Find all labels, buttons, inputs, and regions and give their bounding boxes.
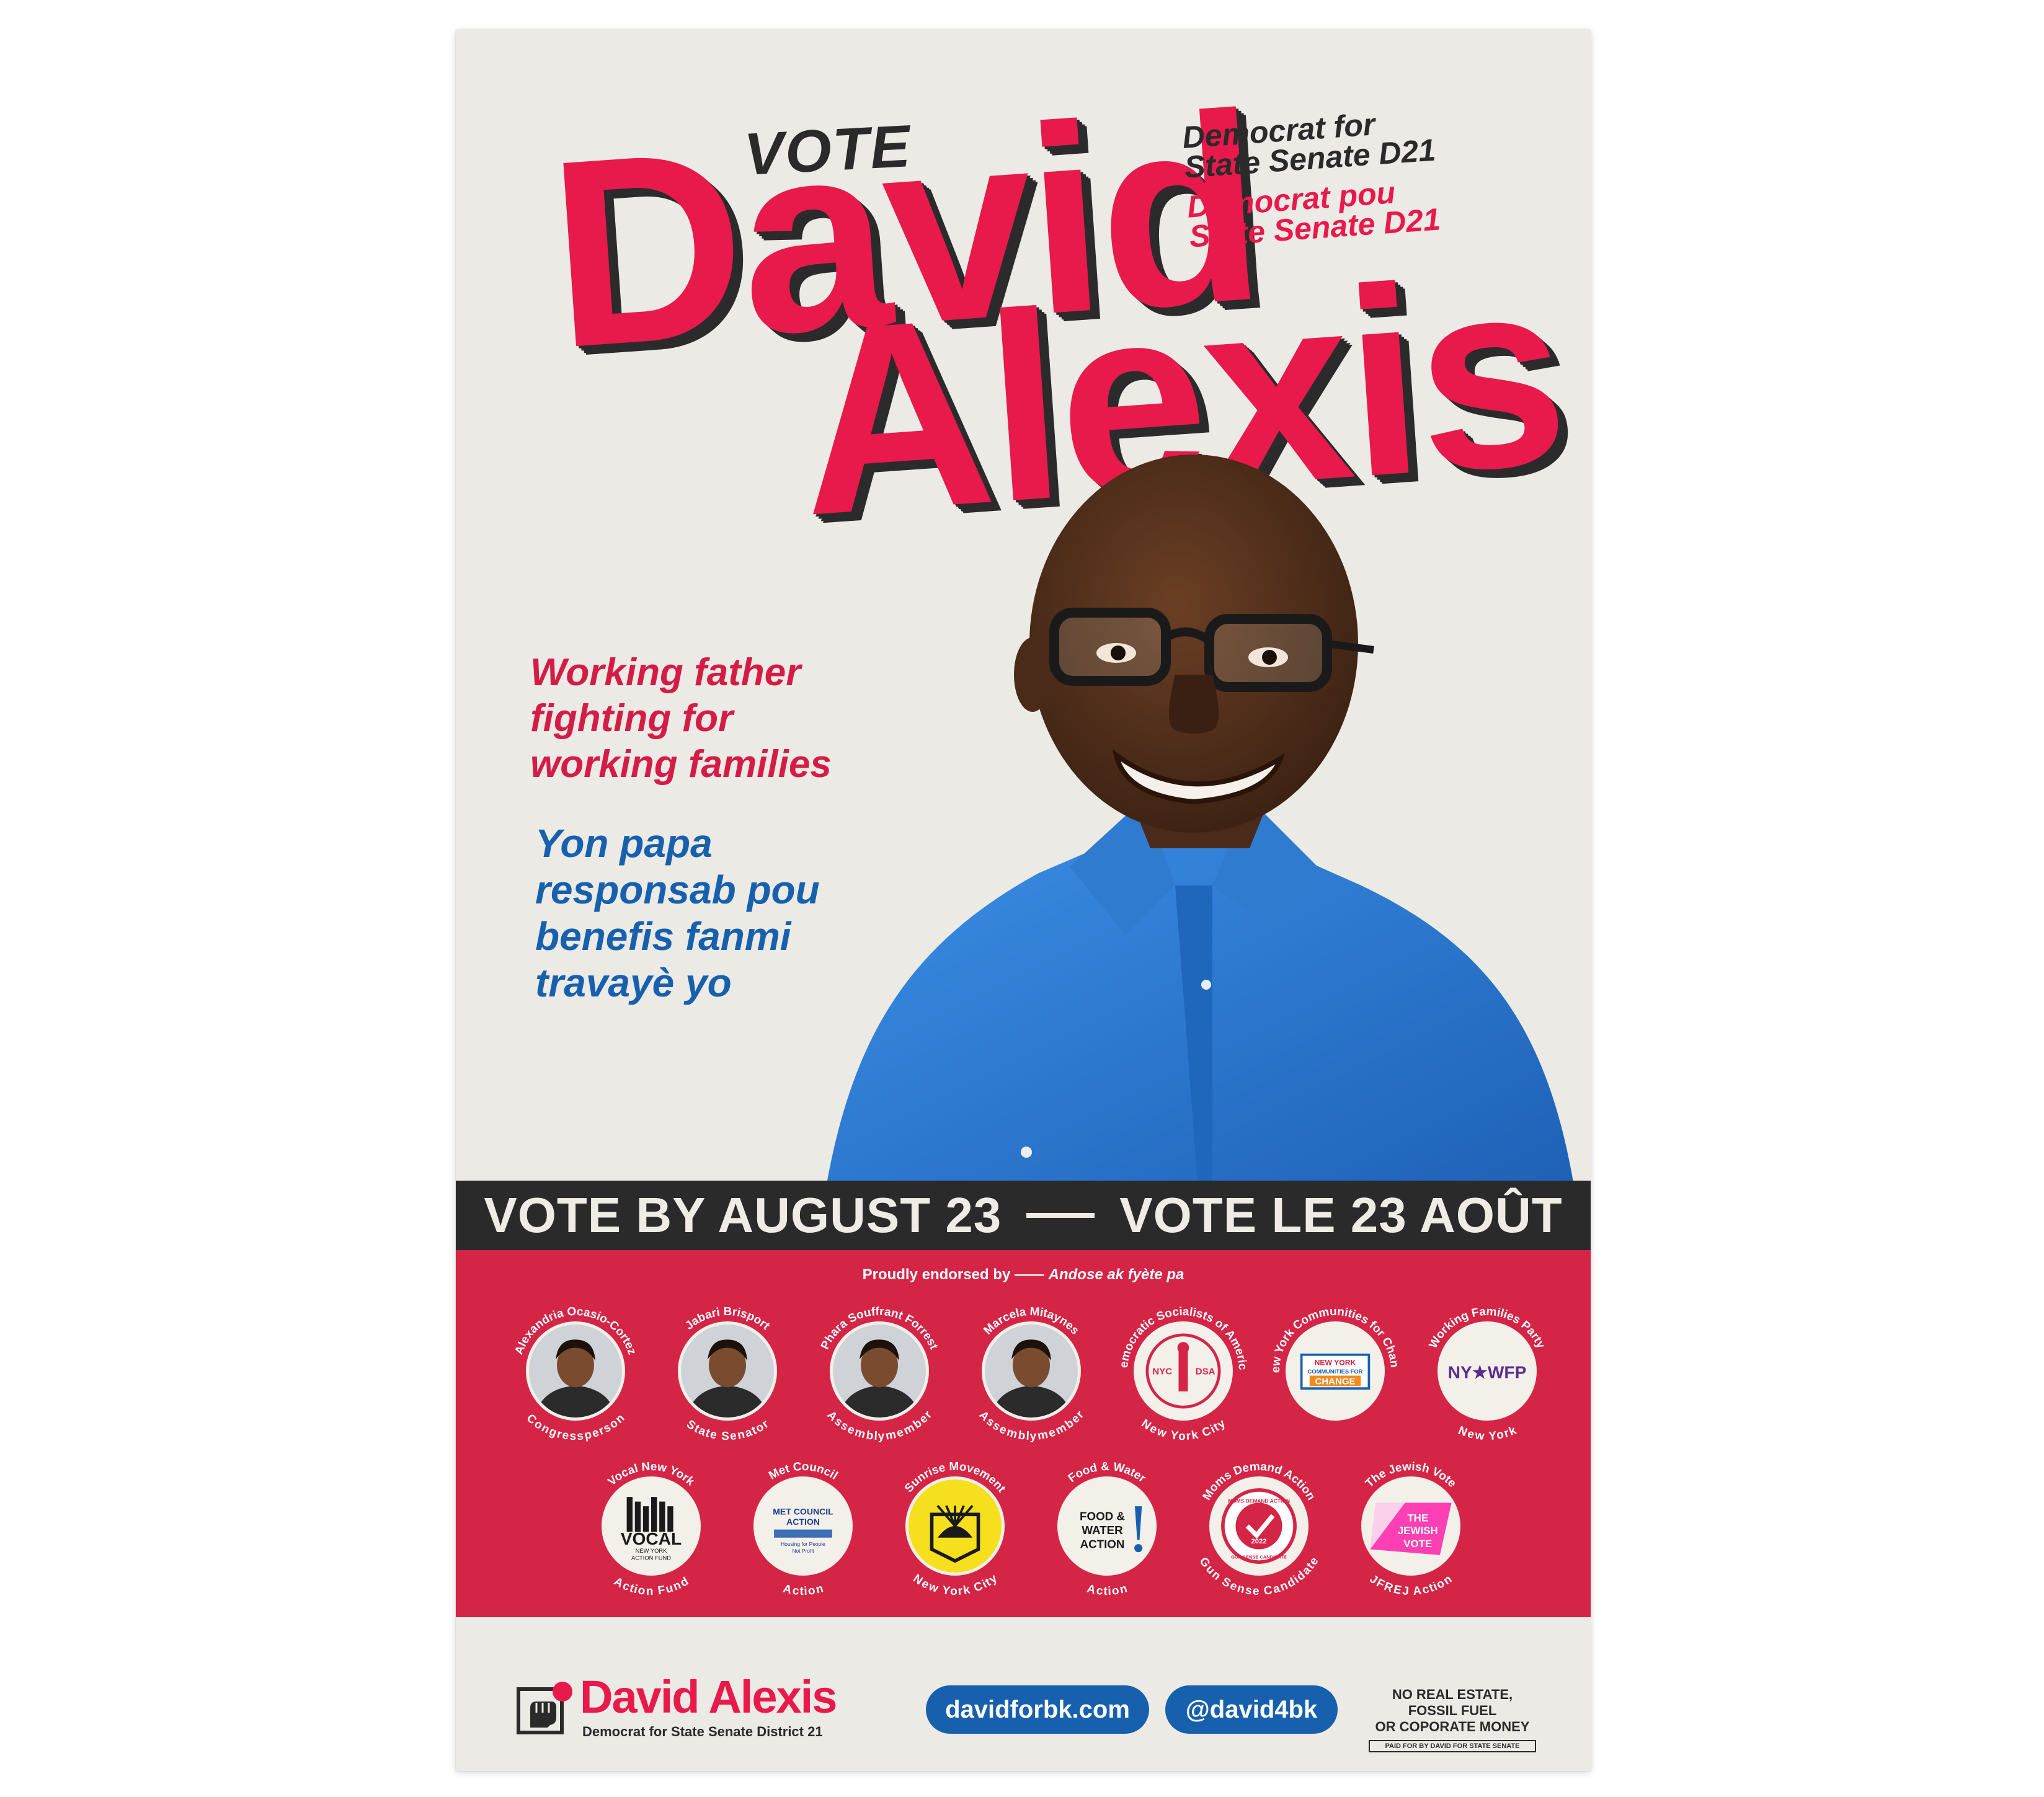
- endorser-role: Action: [1085, 1582, 1128, 1598]
- endorser-name: Marcela Mitaynes: [981, 1305, 1082, 1338]
- endorser-label-arc: Marcela Mitaynes Assemblymember: [976, 1305, 1086, 1443]
- social-handle-link[interactable]: @david4bk: [1165, 1685, 1338, 1734]
- endorser-role: Assemblymember: [824, 1408, 935, 1443]
- endorsement-badge: Phara Souffrant Forrest Assemblymember: [814, 1305, 944, 1443]
- endorser-role: New York City: [1139, 1417, 1228, 1443]
- endorsement-badge: Alexandria Ocasio-Cortez Congressperson: [510, 1305, 641, 1443]
- funding-disclaimer: NO REAL ESTATE, FOSSIL FUEL OR COPORATE …: [1369, 1687, 1536, 1752]
- endorser-name: Jabari Brisport: [683, 1305, 772, 1333]
- paid-for-notice: PAID FOR BY DAVID FOR STATE SENATE: [1369, 1740, 1536, 1752]
- endorser-label-arc: Vocal New York Action Fund: [605, 1460, 697, 1598]
- endorser-label-arc: Met Council Action: [766, 1460, 840, 1598]
- endorser-name: New York Communities for Change: [1266, 1296, 1401, 1373]
- endorser-name: The Jewish Vote: [1363, 1460, 1459, 1490]
- endorser-label-arc: Working Families Party New York: [1427, 1305, 1548, 1443]
- endorser-role: JFREJ Action: [1367, 1573, 1455, 1598]
- endorser-label-arc: Phara Souffrant Forrest Assemblymember: [819, 1305, 941, 1443]
- endorsement-badge: Jabari Brisport State Senator: [662, 1305, 793, 1443]
- endorser-name: Democratic Socialists of America: [1114, 1296, 1249, 1370]
- endorsement-badge: MET COUNCIL ACTION Housing for People Not P…: [738, 1460, 868, 1598]
- candidate-portrait: [822, 455, 1578, 1214]
- office-title: Democrat for State Senate D21 Democrat p…: [1181, 105, 1450, 254]
- endorser-label-arc: The Jewish Vote JFREJ Action: [1363, 1460, 1459, 1598]
- endorsement-badge: THE JEWISH VOTE The Jewish Vote JFREJ Action: [1346, 1460, 1476, 1598]
- endorsement-badge: NY★WFP Working Families Party New York: [1422, 1305, 1552, 1443]
- banner-dash: [1026, 1213, 1095, 1218]
- campaign-poster: VOTE David Alexis Democrat for State Sen…: [456, 30, 1591, 1771]
- endorser-role: Congressperson: [524, 1411, 628, 1443]
- endorsement-badge: FOOD & WATER ACTION Food & Water Action: [1042, 1460, 1172, 1598]
- endorsements-heading: Proudly endorsed by —— Andose ak fyète p…: [456, 1266, 1591, 1284]
- endorsement-badge: NEW YORK COMMUNITIES FOR CHANGE New York Co…: [1266, 1296, 1401, 1436]
- endorser-label-arc: Moms Demand Action Gun Sense Candidate: [1197, 1460, 1322, 1598]
- website-link[interactable]: davidforbk.com: [926, 1685, 1149, 1734]
- endorser-label-arc: Sunrise Movement New York City: [902, 1460, 1008, 1598]
- endorser-name: Sunrise Movement: [902, 1460, 1008, 1496]
- poster-footer: David Alexis Democrat for State Senate D…: [456, 1617, 1591, 1771]
- endorser-name: Working Families Party: [1427, 1305, 1548, 1351]
- vote-date-english: VOTE BY AUGUST 23: [484, 1187, 1002, 1243]
- endorser-name: Vocal New York: [605, 1460, 697, 1489]
- endorser-label-arc: Food & Water Action: [1066, 1460, 1149, 1598]
- endorsements-heading-sep: ——: [1014, 1266, 1044, 1283]
- disclaimer-line2: OR COPORATE MONEY: [1375, 1719, 1530, 1734]
- endorser-name: Alexandria Ocasio-Cortez: [512, 1305, 638, 1357]
- raised-fist-logo-icon: [517, 1682, 572, 1734]
- endorser-label-arc: Alexandria Ocasio-Cortez Congressperson: [512, 1305, 638, 1443]
- endorser-role: Action: [781, 1582, 824, 1598]
- endorsement-badge: VOCAL NEW YORK ACTION FUND Vocal New York Ac…: [586, 1460, 716, 1598]
- endorsement-badge: MOMS DEMAND ACTION 2022 GUN SENSE CANDIDAT…: [1194, 1460, 1324, 1598]
- endorser-label-arc: Jabari Brisport State Senator: [683, 1305, 772, 1443]
- footer-candidate-name: David Alexis: [580, 1671, 837, 1723]
- vote-date-banner: VOTE BY AUGUST 23 VOTE LE 23 AOÛT: [456, 1181, 1591, 1250]
- footer-office: Democrat for State Senate District 21: [582, 1724, 823, 1739]
- endorser-role: New York: [1456, 1424, 1518, 1443]
- endorser-role: State Senator: [684, 1418, 771, 1443]
- endorser-name: Food & Water: [1066, 1460, 1149, 1486]
- vote-date-haitian: VOTE LE 23 AOÛT: [1119, 1187, 1563, 1243]
- endorser-role: Action Fund: [611, 1575, 691, 1598]
- endorser-label-arc: New York Communities for Change: [1266, 1296, 1401, 1373]
- endorser-role: Gun Sense Candidate: [1197, 1555, 1322, 1598]
- endorsements-heading-en: Proudly endorsed by: [862, 1266, 1011, 1283]
- endorser-name: Phara Souffrant Forrest: [819, 1305, 941, 1352]
- endorser-role: Assemblymember: [976, 1408, 1086, 1443]
- endorsement-badge: NYC DSA Democratic Socialists of America Ne…: [1114, 1296, 1249, 1443]
- endorser-label-arc: Democratic Socialists of America New York…: [1114, 1296, 1249, 1443]
- endorsements-panel: Proudly endorsed by —— Andose ak fyète p…: [456, 1250, 1591, 1617]
- endorser-name: Met Council: [766, 1460, 840, 1483]
- disclaimer-line1: NO REAL ESTATE, FOSSIL FUEL: [1392, 1687, 1513, 1718]
- endorser-name: Moms Demand Action: [1201, 1460, 1318, 1503]
- endorsement-badge: Sunrise Movement New York City: [890, 1460, 1020, 1598]
- endorser-role: New York City: [910, 1572, 1000, 1598]
- endorsements-heading-ht: Andose ak fyète pa: [1048, 1266, 1184, 1283]
- endorsement-badge: Marcela Mitaynes Assemblymember: [966, 1305, 1096, 1443]
